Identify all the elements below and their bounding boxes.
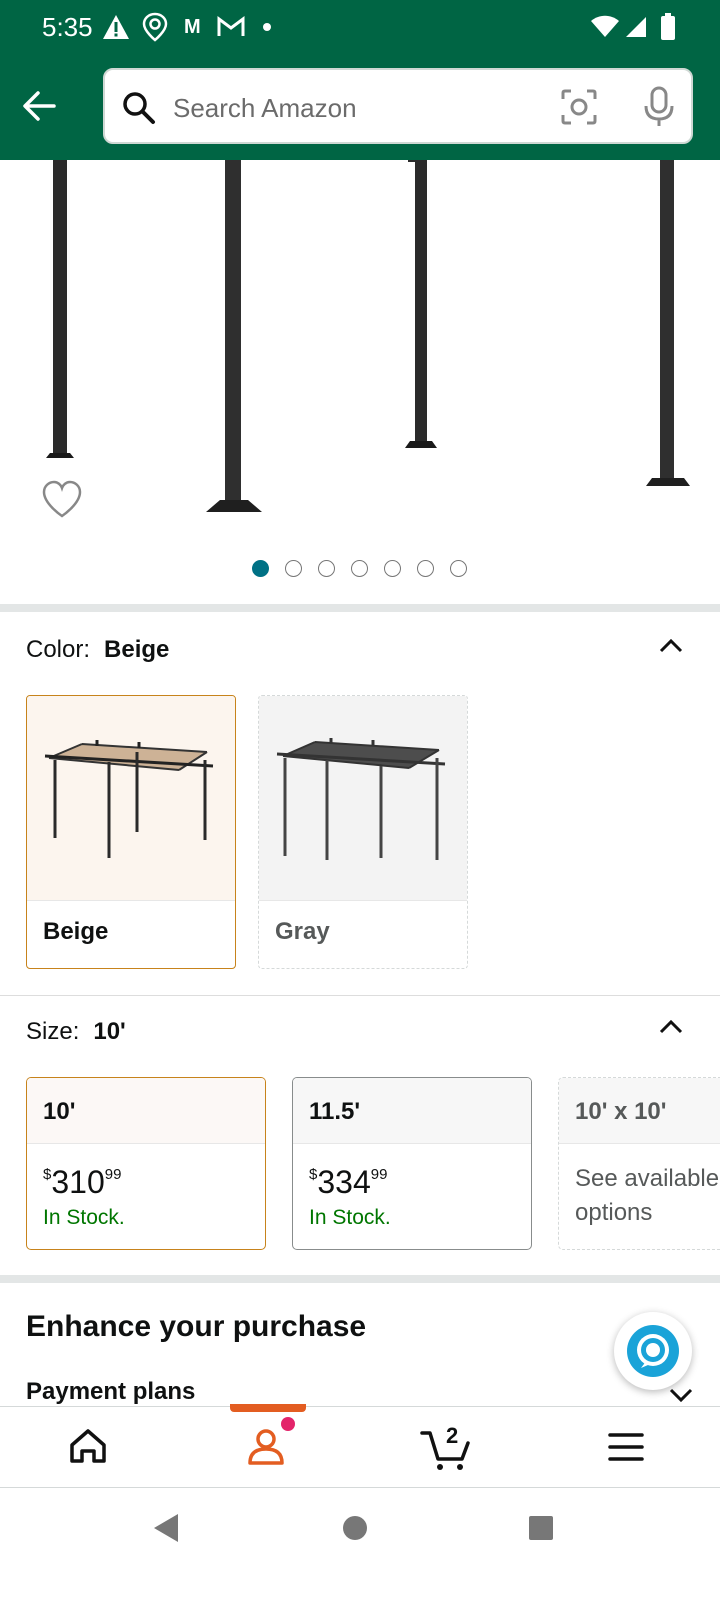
dot-icon [262, 12, 272, 42]
see-options-text: See available options [575, 1165, 720, 1226]
carousel-dot[interactable] [384, 560, 401, 577]
gray-pergola-thumbnail [259, 696, 467, 900]
bottom-navigation: 2 [0, 1404, 720, 1488]
m-icon: M [184, 15, 201, 38]
section-divider [0, 604, 720, 612]
size-label: Size: 10' [26, 1018, 126, 1045]
size-option-10x10[interactable]: 10' x 10' See available options [558, 1077, 720, 1250]
section-divider [0, 1275, 720, 1283]
price: $33499 [309, 1164, 388, 1200]
carousel-dot[interactable] [450, 560, 467, 577]
system-back-icon[interactable] [150, 1512, 182, 1549]
chevron-up-icon[interactable] [655, 633, 687, 657]
stock-status: In Stock. [43, 1206, 125, 1229]
alert-icon [102, 12, 130, 42]
beige-pergola-thumbnail [27, 696, 235, 900]
signal-icon [624, 12, 648, 42]
search-icon [121, 90, 157, 126]
home-icon[interactable] [56, 1421, 120, 1473]
status-time: 5:35 [42, 12, 93, 42]
color-option-beige[interactable]: Beige [26, 695, 236, 969]
stock-status: In Stock. [309, 1206, 391, 1229]
swatch-label: Beige [43, 918, 109, 945]
wifi-icon [590, 12, 620, 42]
size-option-name: 10' [43, 1098, 76, 1125]
camera-icon[interactable] [559, 87, 599, 127]
header [0, 56, 720, 160]
size-option-10[interactable]: 10' $31099 In Stock. [26, 1077, 266, 1250]
search-box[interactable] [103, 68, 693, 144]
size-option-name: 11.5' [309, 1098, 361, 1125]
heart-icon[interactable] [40, 478, 84, 522]
carousel-dot[interactable] [252, 560, 269, 577]
section-divider [0, 995, 720, 996]
carousel-dot[interactable] [351, 560, 368, 577]
color-option-gray[interactable]: Gray [258, 695, 468, 969]
location-icon [142, 12, 168, 42]
carousel-dot[interactable] [318, 560, 335, 577]
size-selected-value: 10' [93, 1018, 126, 1045]
payment-plans-label[interactable]: Payment plans [26, 1378, 195, 1406]
color-selected-value: Beige [104, 636, 170, 663]
enhance-title: Enhance your purchase [26, 1310, 367, 1343]
price: $31099 [43, 1164, 122, 1200]
status-bar: 5:35 M [0, 0, 720, 56]
size-option-11-5[interactable]: 11.5' $33499 In Stock. [292, 1077, 532, 1250]
product-image[interactable] [0, 156, 720, 540]
active-tab-indicator [230, 1404, 306, 1412]
mic-icon[interactable] [639, 85, 679, 129]
search-input[interactable] [173, 88, 533, 128]
cart-count: 2 [446, 1423, 459, 1448]
alexa-icon[interactable] [614, 1312, 692, 1390]
image-carousel-dots[interactable] [0, 560, 720, 580]
notification-dot [281, 1417, 295, 1431]
system-home-icon[interactable] [341, 1514, 369, 1547]
gmail-icon [216, 12, 246, 42]
carousel-dot[interactable] [417, 560, 434, 577]
back-arrow-icon[interactable] [18, 84, 62, 128]
swatch-label: Gray [275, 918, 330, 945]
menu-icon[interactable] [596, 1421, 660, 1473]
size-option-name: 10' x 10' [575, 1098, 667, 1125]
chevron-up-icon[interactable] [655, 1014, 687, 1038]
carousel-dot[interactable] [285, 560, 302, 577]
system-navigation-bar [0, 1488, 720, 1600]
system-recents-icon[interactable] [527, 1514, 555, 1547]
battery-icon [660, 12, 676, 42]
color-label: Color: Beige [26, 636, 170, 663]
